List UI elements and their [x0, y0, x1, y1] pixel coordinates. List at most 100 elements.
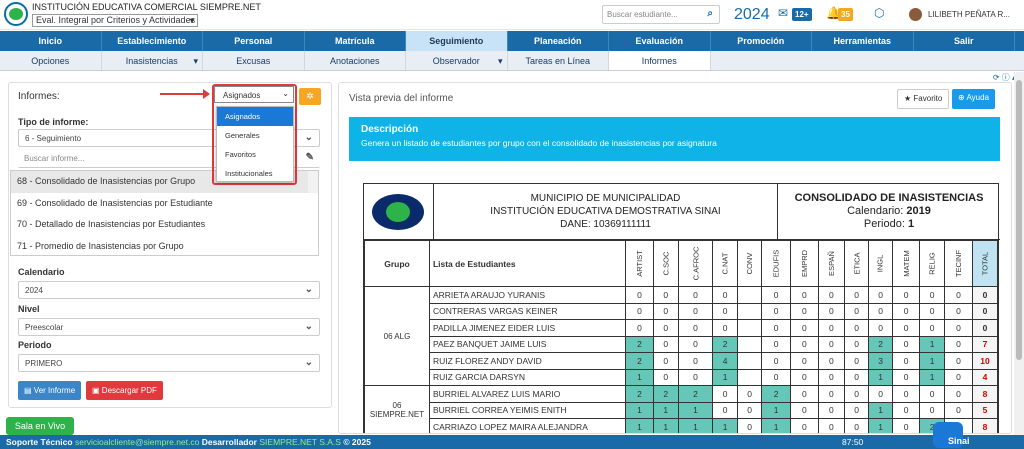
absence-cell: 0 [789, 352, 819, 370]
absence-cell: 0 [736, 418, 763, 433]
module-select[interactable]: Eval. Integral por Criterios y Actividad… [32, 14, 198, 27]
avatar[interactable] [909, 8, 922, 21]
periodo-value: PRIMERO [25, 359, 63, 368]
menu-inicio[interactable]: Inicio [0, 31, 102, 51]
messages-badge[interactable]: 12+ [792, 8, 812, 21]
absence-cell: 0 [761, 335, 791, 353]
col-lista: Lista de Estudiantes [428, 240, 627, 287]
absence-cell [736, 302, 763, 320]
report-header: MUNICIPIO DE MUNICIPALIDAD INSTITUCIÓN E… [364, 184, 1000, 240]
table-row: RUIZ GARCIA DARSYN 1 0 0 1 0 0 0 0 1 0 1 0 4 [365, 368, 998, 386]
menu-salir[interactable]: Salir [914, 31, 1015, 51]
absence-cell: 0 [761, 302, 791, 320]
col-subject-label: CONV [745, 252, 755, 275]
institucion: INSTITUCIÓN EDUCATIVA DEMOSTRATIVA SINAI [490, 206, 721, 217]
page-scrollbar[interactable] [1014, 72, 1024, 435]
student-search-input[interactable]: Buscar estudiante... ⌕ [602, 5, 720, 24]
dropdown-option-generales[interactable]: Generales [217, 126, 293, 145]
absence-cell: 0 [919, 385, 945, 403]
submenu-excusas[interactable]: Excusas [203, 51, 305, 70]
refresh-icon[interactable]: ⟳ [993, 73, 1000, 82]
cube-icon[interactable]: ⬡ [874, 6, 884, 20]
menu-promocion[interactable]: Promoción [711, 31, 812, 51]
menu-planeacion[interactable]: Planeación [508, 31, 609, 51]
menu-personal[interactable]: Personal [203, 31, 305, 51]
calendario-value: 2024 [25, 286, 43, 295]
submenu-tareas[interactable]: Tareas en Línea [508, 51, 609, 70]
absence-cell: 1 [625, 401, 654, 419]
col-subject: TECINF [943, 240, 974, 287]
absence-cell: 0 [677, 302, 714, 320]
col-subject-label: ARTIST [634, 250, 644, 277]
absence-cell: 0 [891, 352, 921, 370]
absence-cell: 0 [677, 335, 714, 353]
menu-seguimiento[interactable]: Seguimiento [406, 31, 508, 51]
absence-cell: 1 [919, 368, 945, 386]
absence-cell: 1 [868, 401, 893, 419]
submenu-inasistencias[interactable]: Inasistencias [102, 51, 203, 71]
sala-en-vivo-button[interactable]: Sala en Vivo [6, 417, 74, 435]
dropdown-option-favoritos[interactable]: Favoritos [217, 145, 293, 164]
submenu-observador[interactable]: Observador [406, 51, 508, 71]
calendario-select[interactable]: 2024 ⌄ [18, 281, 320, 299]
informes-dropdown[interactable]: Asignados ⌄ [214, 86, 294, 103]
absence-cell: 0 [652, 319, 679, 337]
menu-evaluacion[interactable]: Evaluación [609, 31, 711, 51]
submenu-opciones[interactable]: Opciones [0, 51, 102, 70]
absence-cell: 0 [652, 302, 679, 320]
menu-herramientas[interactable]: Herramientas [812, 31, 914, 51]
student-name: RUIZ FLOREZ ANDY DAVID [428, 352, 627, 370]
periodo-select[interactable]: PRIMERO ⌄ [18, 354, 320, 372]
absence-cell [736, 352, 763, 370]
list-scrollbar[interactable] [308, 171, 318, 193]
footer-email[interactable]: servicioalcliente@siempre.net.co [75, 437, 199, 447]
mail-icon[interactable]: ✉ [778, 6, 788, 20]
list-item[interactable]: 70 - Detallado de Inasistencias por Estu… [11, 214, 318, 236]
absence-cell: 1 [625, 418, 654, 433]
dropdown-option-institucionales[interactable]: Institucionales [217, 164, 293, 183]
eraser-icon[interactable]: ✎ [306, 152, 314, 163]
preview-title: Vista previa del informe [349, 93, 454, 104]
absence-cell: 0 [868, 319, 893, 337]
absence-cell: 0 [943, 352, 974, 370]
share-button[interactable]: ✲ [299, 88, 321, 105]
table-header: Grupo Lista de Estudiantes ARTIST C.SOC C.… [364, 240, 998, 287]
absence-cell: 0 [789, 302, 819, 320]
favorito-button[interactable]: ★ Favorito [897, 89, 950, 109]
list-item[interactable]: 69 - Consolidado de Inasistencias por Es… [11, 193, 318, 215]
submenu-informes[interactable]: Informes [609, 51, 711, 70]
absence-cell: 5 [972, 401, 998, 419]
search-icon[interactable]: ⌕ [707, 8, 713, 19]
absence-cell: 1 [677, 418, 714, 433]
nivel-select[interactable]: Preescolar ⌄ [18, 318, 320, 336]
table-row: BURRIEL CORREA YEIMIS ENITH 1 1 1 0 0 1 0 0 0 1 0 0 0… [365, 401, 998, 419]
notifications-badge[interactable]: 35 [838, 8, 853, 21]
absence-cell: 0 [843, 286, 870, 304]
absence-cell: 0 [891, 335, 921, 353]
absence-cell: 0 [817, 286, 845, 304]
user-name[interactable]: LILIBETH PEÑATA R... [928, 10, 1010, 19]
star-icon: ★ [904, 94, 912, 103]
tipo-label: Tipo de informe: [18, 117, 89, 127]
descargar-pdf-button[interactable]: ▣ Descargar PDF [86, 381, 163, 400]
col-subject-label: ESPAÑ [826, 251, 836, 276]
absence-cell: 10 [972, 352, 998, 370]
list-item[interactable]: 71 - Promedio de Inasistencias por Grupo [11, 236, 318, 256]
absence-cell: 0 [891, 368, 921, 386]
scrollbar-thumb[interactable] [1016, 80, 1022, 360]
menu-establecimiento[interactable]: Establecimiento [102, 31, 203, 51]
menu-matricula[interactable]: Matrícula [305, 31, 406, 51]
dropdown-option-asignados[interactable]: Asignados [217, 107, 293, 126]
ayuda-button[interactable]: ⊕ Ayuda [952, 89, 996, 109]
col-subject: MATEM [891, 240, 921, 287]
footer-dev-name[interactable]: SIEMPRE.NET S.A.S [259, 437, 341, 447]
info-icon[interactable]: ⓘ [1002, 73, 1010, 82]
ver-informe-button[interactable]: ▤ Ver Informe [18, 381, 82, 400]
submenu-anotaciones[interactable]: Anotaciones [305, 51, 406, 70]
absence-cell: 1 [712, 368, 738, 386]
school-name: INSTITUCIÓN EDUCATIVA COMERCIAL SIEMPRE.… [32, 2, 261, 12]
ayuda-label: Ayuda [966, 93, 990, 102]
chevron-down-icon: ⌄ [282, 89, 289, 98]
calendar-value: 2019 [906, 205, 931, 217]
col-subject-label: EDUFIS [771, 249, 781, 278]
